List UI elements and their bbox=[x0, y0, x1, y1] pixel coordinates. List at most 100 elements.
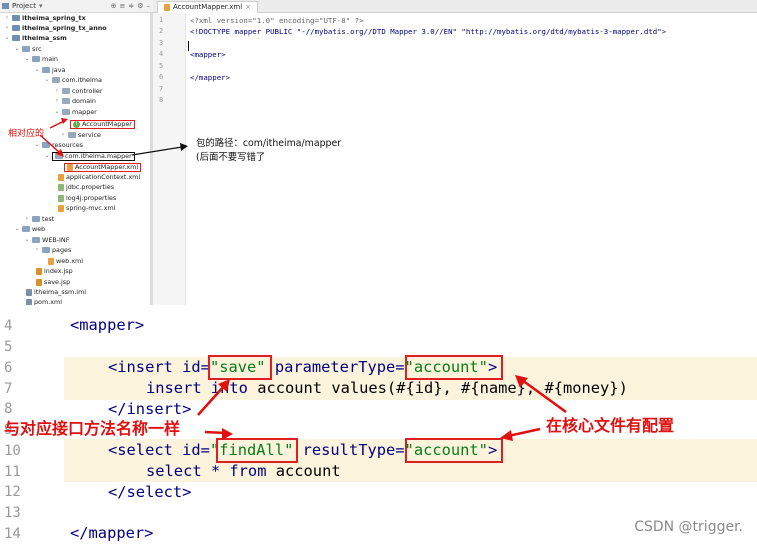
highlight-box-insert-id bbox=[208, 355, 272, 380]
editor-gutter: 1 2 3 4 5 6 7 8 bbox=[153, 13, 186, 305]
package-icon bbox=[55, 153, 63, 159]
line-number: 12 bbox=[4, 484, 21, 500]
tree-item[interactable]: › itheima_spring_tx_anno bbox=[4, 23, 107, 33]
project-view-selector[interactable]: Project bbox=[12, 2, 36, 10]
tree-item[interactable]: pom.xml bbox=[26, 297, 62, 305]
chevron-right-icon[interactable]: › bbox=[4, 13, 10, 23]
package-icon bbox=[68, 132, 76, 138]
chevron-right-icon[interactable]: › bbox=[54, 86, 60, 96]
tree-item[interactable]: jdbc.properties bbox=[58, 182, 114, 192]
tree-item-accountmapper[interactable]: I AccountMapper bbox=[70, 119, 135, 129]
code-line: <mapper> bbox=[190, 50, 226, 59]
same-name-annotation: 与对应接口方法名称一样 bbox=[4, 419, 181, 438]
tree-item[interactable]: itheima_ssm.iml bbox=[26, 287, 86, 297]
chevron-down-icon[interactable]: ⌄ bbox=[34, 140, 40, 150]
tree-item[interactable]: ⌄ src bbox=[14, 44, 41, 54]
line-number: 4 bbox=[159, 50, 164, 58]
gear-icon[interactable]: ⚙ bbox=[137, 2, 143, 10]
folder-icon bbox=[32, 237, 40, 243]
tree-item[interactable]: applicationContext.xml bbox=[58, 172, 140, 182]
chevron-down-icon[interactable]: ⌄ bbox=[34, 65, 40, 75]
tree-item[interactable]: save.jsp bbox=[36, 277, 70, 287]
highlight-box: AccountMapper.xml bbox=[64, 162, 142, 172]
xml-file-icon bbox=[58, 173, 64, 181]
highlight-box-select-id bbox=[216, 438, 298, 463]
collapse-icon[interactable]: ≡ bbox=[119, 2, 125, 10]
tree-item[interactable]: › test bbox=[24, 214, 54, 224]
tree-item[interactable]: › itheima_spring_tx bbox=[4, 13, 86, 23]
code-line: select * from account bbox=[146, 462, 341, 480]
code-line: <mapper> bbox=[70, 316, 145, 334]
module-icon bbox=[12, 25, 20, 31]
zoomed-code-panel: 4 5 6 7 8 9 10 11 12 13 14 <mapper> <ins… bbox=[0, 312, 757, 548]
tree-item[interactable]: ⌄ main bbox=[24, 54, 57, 64]
line-number: 6 bbox=[4, 360, 13, 376]
folder-icon bbox=[42, 247, 50, 253]
highlight-box: com.itheima.mapper bbox=[52, 151, 135, 161]
line-number: 4 bbox=[4, 318, 13, 334]
tree-item[interactable]: ⌄ java bbox=[34, 65, 65, 75]
chevron-down-icon[interactable]: ▾ bbox=[39, 2, 43, 10]
module-icon bbox=[12, 15, 20, 21]
arrow-line bbox=[204, 430, 227, 435]
chevron-down-icon[interactable]: ⌄ bbox=[44, 151, 50, 161]
chevron-down-icon[interactable]: ⌄ bbox=[14, 44, 20, 54]
tree-item-mapper-package[interactable]: ⌄ com.itheima.mapper bbox=[44, 151, 135, 161]
iml-file-icon bbox=[26, 288, 32, 296]
tree-item[interactable]: log4j.properties bbox=[58, 193, 116, 203]
tree-item[interactable]: spring-mvc.xml bbox=[58, 203, 116, 213]
chevron-down-icon[interactable]: ⌄ bbox=[44, 75, 50, 85]
folder-icon bbox=[42, 142, 50, 148]
ide-window: Project ▾ ⊕ ≡ ≑ ⚙ – › itheima_spring_tx ›… bbox=[0, 0, 757, 305]
folder-icon bbox=[42, 67, 50, 73]
folder-icon bbox=[32, 216, 40, 222]
relative-annotation: 相对应的 bbox=[8, 129, 45, 139]
chevron-down-icon[interactable]: ⌄ bbox=[24, 54, 30, 64]
tree-item[interactable]: › domain bbox=[54, 96, 96, 106]
chevron-right-icon[interactable]: › bbox=[24, 214, 30, 224]
tree-item[interactable]: › pages bbox=[34, 245, 72, 255]
tree-item[interactable]: ⌄ web bbox=[14, 224, 45, 234]
tree-item[interactable]: ⌄ resources bbox=[34, 140, 83, 150]
highlight-box-result-type bbox=[405, 438, 503, 463]
tab-accountmapper-xml[interactable]: AccountMapper.xml × bbox=[157, 1, 259, 13]
tree-item[interactable]: ⌄ mapper bbox=[54, 107, 96, 117]
line-number: 6 bbox=[159, 73, 164, 81]
code-line: insert into account values(#{id}, #{name… bbox=[146, 379, 628, 397]
tree-item[interactable]: › service bbox=[60, 130, 101, 140]
expand-icon[interactable]: ≑ bbox=[128, 2, 134, 10]
tree-item-accountmapper-xml[interactable]: AccountMapper.xml bbox=[64, 162, 142, 172]
package-icon bbox=[62, 109, 70, 115]
properties-file-icon bbox=[58, 194, 64, 202]
project-icon bbox=[2, 3, 9, 9]
line-number: 14 bbox=[4, 526, 21, 542]
locate-icon[interactable]: ⊕ bbox=[111, 2, 117, 10]
watermark: CSDN @trigger. bbox=[634, 519, 743, 535]
chevron-down-icon[interactable]: ⌄ bbox=[14, 224, 20, 234]
core-config-annotation: 在核心文件有配置 bbox=[546, 416, 675, 435]
chevron-down-icon[interactable]: ⌄ bbox=[54, 107, 60, 117]
tree-item[interactable]: ⌄ com.itheima bbox=[44, 75, 101, 85]
folder-icon bbox=[22, 226, 30, 232]
module-icon bbox=[12, 35, 20, 41]
line-number: 13 bbox=[4, 505, 21, 521]
editor-tab-bar: AccountMapper.xml × bbox=[153, 0, 757, 13]
tree-item[interactable]: web.xml bbox=[48, 256, 83, 266]
tree-item[interactable]: index.jsp bbox=[36, 266, 73, 276]
chevron-down-icon[interactable]: ⌄ bbox=[24, 235, 30, 245]
jsp-file-icon bbox=[36, 267, 42, 275]
chevron-down-icon[interactable]: ⌄ bbox=[4, 33, 10, 43]
chevron-right-icon[interactable]: › bbox=[4, 23, 10, 33]
xml-file-icon bbox=[48, 257, 54, 265]
chevron-right-icon[interactable]: › bbox=[54, 96, 60, 106]
jsp-file-icon bbox=[36, 278, 42, 286]
tree-item[interactable]: ⌄ itheima_ssm bbox=[4, 33, 66, 43]
tree-item[interactable]: ⌄ WEB-INF bbox=[24, 235, 69, 245]
path-note-warning: (后面不要写错了 bbox=[196, 152, 266, 163]
tree-item[interactable]: › controller bbox=[54, 86, 103, 96]
close-icon[interactable]: × bbox=[245, 2, 251, 13]
chevron-right-icon[interactable]: › bbox=[34, 245, 40, 255]
chevron-right-icon[interactable]: › bbox=[60, 130, 66, 140]
highlight-box-parameter-type bbox=[405, 355, 503, 380]
screenshot-root: Project ▾ ⊕ ≡ ≑ ⚙ – › itheima_spring_tx ›… bbox=[0, 0, 757, 548]
